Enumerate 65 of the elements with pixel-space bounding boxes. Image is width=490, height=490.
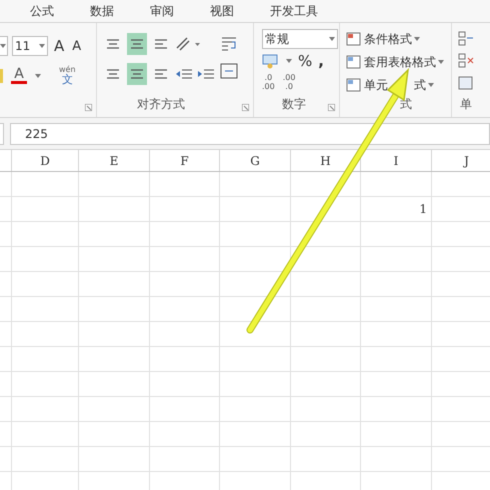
number-format-dropdown[interactable]: 常规	[262, 29, 338, 49]
merge-cells-icon[interactable]	[220, 63, 238, 79]
insert-cells-icon[interactable]	[458, 31, 474, 47]
align-center-button[interactable]	[127, 63, 147, 85]
format-cells-icon[interactable]	[458, 75, 474, 91]
dropdown-caret-icon	[39, 44, 45, 48]
style-button-label[interactable]: 条件格式	[364, 30, 412, 48]
font-color-button[interactable]: A	[11, 67, 27, 84]
style-button-label[interactable]: 单元	[364, 76, 388, 94]
group-label: 数字	[282, 96, 306, 113]
decrease-decimal-button[interactable]: .00 .0	[282, 73, 296, 91]
ribbon-tab[interactable]: 审阅	[142, 2, 182, 20]
grow-font-button[interactable]: A	[52, 38, 66, 54]
column-header[interactable]: G	[220, 150, 291, 171]
formula-input[interactable]: 225	[10, 122, 490, 144]
align-lines-icon	[129, 67, 145, 81]
dropdown-caret-icon	[329, 37, 335, 41]
delete-cells-icon[interactable]	[458, 53, 474, 69]
align-middle-button[interactable]	[127, 33, 147, 55]
table-style-icon[interactable]	[346, 77, 362, 93]
column-header[interactable]: D	[12, 150, 79, 171]
dialog-launcher-icon[interactable]	[242, 104, 249, 111]
dropdown-caret-icon	[414, 37, 420, 41]
align-lines-icon	[105, 67, 121, 81]
align-lines-icon	[129, 37, 145, 51]
column-header[interactable]: H	[291, 150, 361, 171]
style-button-label[interactable]: 套用表格格式	[364, 53, 436, 71]
dropdown-caret-icon	[428, 83, 434, 87]
style-button-label[interactable]: 式	[414, 76, 426, 94]
group-label: 式	[400, 96, 412, 113]
group-label: 单	[460, 96, 472, 113]
decrease-indent-icon[interactable]	[175, 67, 193, 81]
dropdown-caret-icon	[286, 59, 292, 63]
ribbon-tab[interactable]: 视图	[202, 2, 242, 20]
column-header[interactable]: J	[432, 150, 490, 171]
column-header[interactable]: I	[361, 150, 432, 171]
font-size-dropdown[interactable]: 11	[12, 36, 48, 56]
currency-format-icon[interactable]	[262, 53, 280, 69]
cell-value: 1	[419, 201, 427, 218]
dropdown-caret-icon	[438, 60, 444, 64]
column-header[interactable]: E	[79, 150, 150, 171]
dialog-launcher-icon[interactable]	[328, 104, 335, 111]
text-orientation-icon[interactable]	[175, 36, 201, 52]
ribbon-tab[interactable]: 开发工具	[262, 2, 326, 20]
font-size-value: 11	[15, 38, 30, 55]
increase-indent-icon[interactable]	[197, 67, 215, 81]
shrink-font-button[interactable]: A	[70, 40, 84, 52]
align-lines-icon	[105, 37, 121, 51]
dropdown-caret-icon	[35, 74, 41, 78]
ribbon-tab[interactable]: 数据	[82, 2, 122, 20]
align-lines-icon	[153, 37, 169, 51]
table-style-icon[interactable]	[346, 31, 362, 47]
align-lines-icon	[153, 67, 169, 81]
ribbon-tab[interactable]: 公式	[22, 2, 62, 20]
column-header[interactable]: F	[150, 150, 220, 171]
fill-color-swatch[interactable]	[0, 68, 3, 82]
comma-style-button[interactable]: ,	[318, 54, 324, 68]
dialog-launcher-icon[interactable]	[85, 104, 92, 111]
group-label: 对齐方式	[137, 96, 185, 113]
wrap-text-icon[interactable]	[220, 35, 238, 53]
phonetic-button[interactable]: wén 文	[59, 66, 76, 85]
percent-button[interactable]: %	[298, 54, 312, 68]
increase-decimal-button[interactable]: .0 .00	[262, 73, 275, 91]
table-style-icon[interactable]	[346, 54, 362, 70]
dropdown-caret-icon	[0, 44, 6, 48]
